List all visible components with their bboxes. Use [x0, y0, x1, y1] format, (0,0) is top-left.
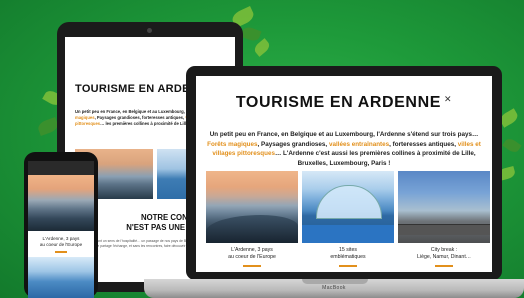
- tablet-status-bar: [65, 37, 235, 46]
- intro-text: , Paysages grandioses,: [257, 140, 329, 148]
- tablet-text: Un petit peu en France, en Belgique et a…: [75, 109, 185, 114]
- leaf-decoration: [252, 38, 272, 57]
- card-image-ardenne-3-pays[interactable]: [206, 171, 298, 243]
- intro-text: … L'Ardenne c'est aussi les premières co…: [274, 150, 476, 167]
- caption-line: au coeur de l'Europe: [39, 242, 83, 247]
- leaf-decoration: [502, 136, 522, 155]
- card-caption-15-sites[interactable]: 15 sites emblématiques: [302, 247, 394, 261]
- link-vallees-entrainantes[interactable]: vallées entraînantes: [329, 141, 389, 148]
- phone-device: L'Ardenne, 3 pays au coeur de l'Europe: [24, 152, 98, 298]
- image-water: [302, 225, 394, 243]
- caption-line: au coeur de l'Europe: [228, 254, 276, 260]
- phone-screen: L'Ardenne, 3 pays au coeur de l'Europe: [28, 161, 94, 298]
- tablet-text: forteresses antiques,: [140, 115, 186, 121]
- intro-text: , forteresses antiques,: [389, 140, 458, 148]
- image-pier: [398, 225, 490, 235]
- card-image-city-break[interactable]: [398, 171, 490, 243]
- phone-image-thermal-bath[interactable]: [28, 257, 94, 298]
- leaf-decoration: [240, 25, 262, 43]
- tablet-text: , Paysages grandioses,: [94, 115, 141, 121]
- phone-top-bar: [28, 161, 94, 175]
- caption-line: City break :: [430, 247, 458, 253]
- card-underline: [339, 265, 357, 267]
- caption-line: L'Ardenne, 3 pays: [231, 247, 273, 253]
- phone-caption-underline: [55, 251, 67, 253]
- card-caption-city-break[interactable]: City break : Liège, Namur, Dinant…: [398, 247, 490, 261]
- link-forets-magiques[interactable]: Forêts magiques: [207, 141, 257, 148]
- page-title: TOURISME EN ARDENNE ✕: [196, 94, 492, 112]
- phone-card-caption[interactable]: L'Ardenne, 3 pays au coeur de l'Europe: [28, 236, 94, 248]
- intro-paragraph: Un petit peu en France, en Belgique et a…: [204, 130, 484, 168]
- caption-line: 15 sites: [339, 247, 357, 253]
- caption-line: Liège, Namur, Dinant…: [417, 254, 471, 260]
- laptop-brand-label: MacBook: [322, 285, 346, 291]
- laptop-screen: TOURISME EN ARDENNE ✕ Un petit peu en Fra…: [196, 76, 492, 272]
- intro-text: Un petit peu en France, en Belgique et a…: [209, 131, 479, 138]
- card-caption-ardenne-3-pays[interactable]: L'Ardenne, 3 pays au coeur de l'Europe: [206, 247, 298, 261]
- image-hills: [206, 215, 298, 243]
- close-icon[interactable]: ✕: [444, 94, 452, 104]
- caption-line: emblématiques: [330, 254, 366, 260]
- laptop-base: MacBook: [144, 279, 524, 298]
- card-image-15-sites[interactable]: [302, 171, 394, 243]
- card-underline: [243, 265, 261, 267]
- page-title-text: TOURISME EN ARDENNE: [235, 94, 442, 111]
- phone-image-landscape[interactable]: [28, 175, 94, 231]
- tablet-camera: [147, 28, 152, 33]
- laptop-device: TOURISME EN ARDENNE ✕ Un petit peu en Fra…: [186, 66, 502, 280]
- laptop-notch: [302, 279, 368, 284]
- card-underline: [435, 265, 453, 267]
- image-dome: [316, 185, 382, 219]
